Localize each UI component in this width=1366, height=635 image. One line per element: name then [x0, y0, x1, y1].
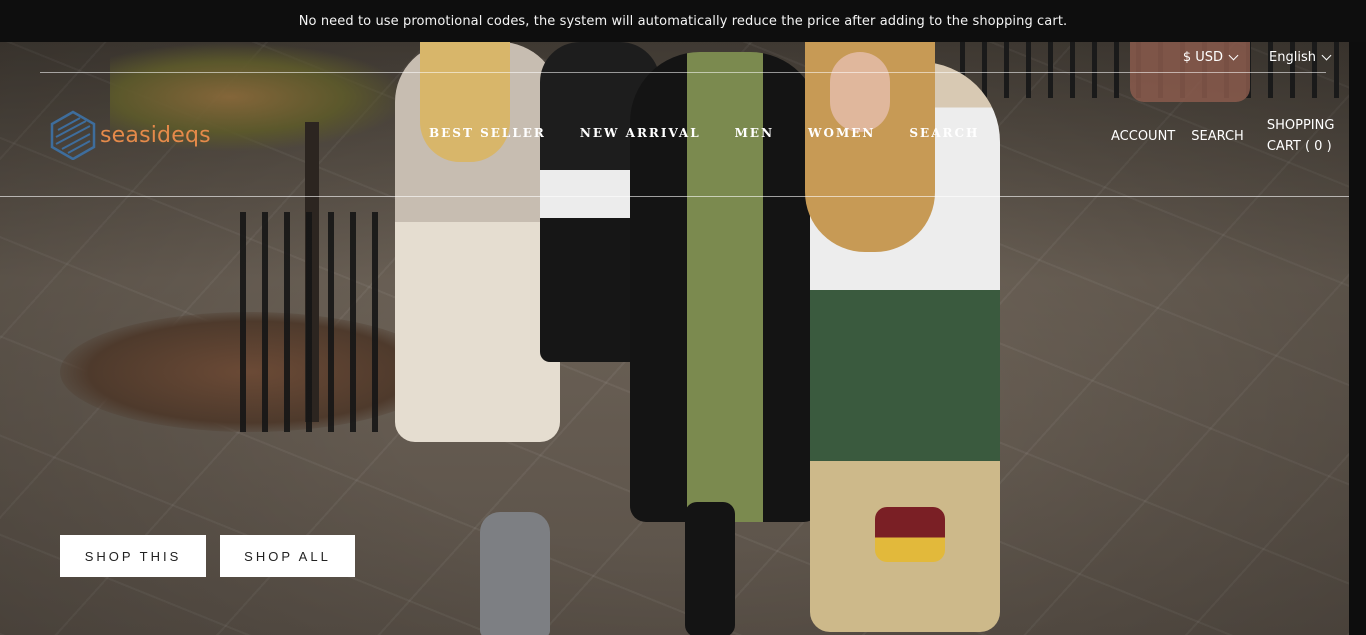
cart-label-line2: CART ( 0 )	[1266, 139, 1332, 154]
shop-all-button[interactable]: SHOP ALL	[220, 535, 355, 577]
hero-boot-2	[685, 502, 735, 635]
hero-model-4-face	[830, 52, 890, 132]
currency-selector[interactable]: $ USD	[1182, 49, 1239, 65]
nav-men[interactable]: MEN	[735, 126, 774, 140]
cube-logo-icon	[50, 110, 96, 160]
shop-this-button[interactable]: SHOP THIS	[60, 535, 206, 577]
shopping-cart-link[interactable]: SHOPPING CART ( 0 )	[1267, 115, 1335, 157]
nav-search[interactable]: SEARCH	[909, 126, 979, 140]
page-scrollbar[interactable]	[1349, 42, 1366, 635]
chevron-down-icon	[1228, 50, 1239, 60]
hero-tree-guard	[240, 212, 390, 432]
announcement-bar: No need to use promotional codes, the sy…	[0, 0, 1366, 42]
utility-bar: $ USD English	[1182, 42, 1332, 72]
nav-women[interactable]: WOMEN	[808, 126, 875, 140]
hero-model-1-hair	[420, 42, 510, 162]
logo-text: seasideqs	[100, 122, 211, 148]
cart-label-line1: SHOPPING	[1266, 118, 1335, 133]
hero-boot	[480, 512, 550, 635]
hero-handbag	[875, 507, 945, 562]
announcement-text: No need to use promotional codes, the sy…	[298, 13, 1068, 29]
nav-new-arrival[interactable]: NEW ARRIVAL	[580, 126, 701, 140]
header-divider-top	[40, 72, 1326, 73]
account-link[interactable]: ACCOUNT	[1111, 129, 1175, 144]
chevron-down-icon	[1321, 50, 1332, 60]
header-divider-bottom	[0, 196, 1349, 197]
hero-model-3	[630, 52, 820, 522]
site-logo[interactable]: seasideqs	[50, 110, 211, 160]
currency-label: $ USD	[1182, 49, 1224, 65]
account-nav: ACCOUNT SEARCH SHOPPING CART ( 0 )	[1111, 114, 1334, 158]
nav-best-seller[interactable]: BEST SELLER	[429, 126, 546, 140]
language-selector[interactable]: English	[1269, 49, 1332, 65]
main-nav: BEST SELLER NEW ARRIVAL MEN WOMEN SEARCH	[429, 126, 979, 140]
language-label: English	[1269, 49, 1316, 65]
search-link[interactable]: SEARCH	[1191, 129, 1244, 144]
